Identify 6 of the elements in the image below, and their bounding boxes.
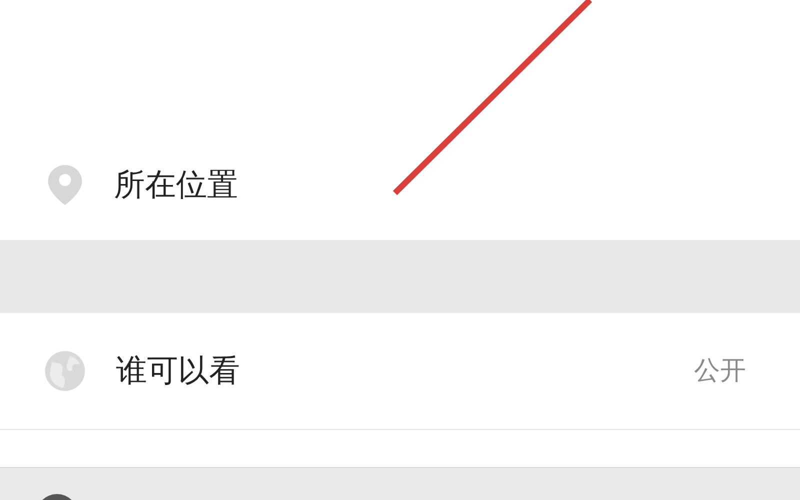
location-row[interactable]: 所在位置 xyxy=(0,130,800,240)
globe-icon xyxy=(44,350,86,392)
visibility-value: 公开 xyxy=(694,354,746,388)
location-pin-icon xyxy=(46,163,84,207)
visibility-label: 谁可以看 xyxy=(116,352,240,391)
location-label: 所在位置 xyxy=(114,166,238,205)
